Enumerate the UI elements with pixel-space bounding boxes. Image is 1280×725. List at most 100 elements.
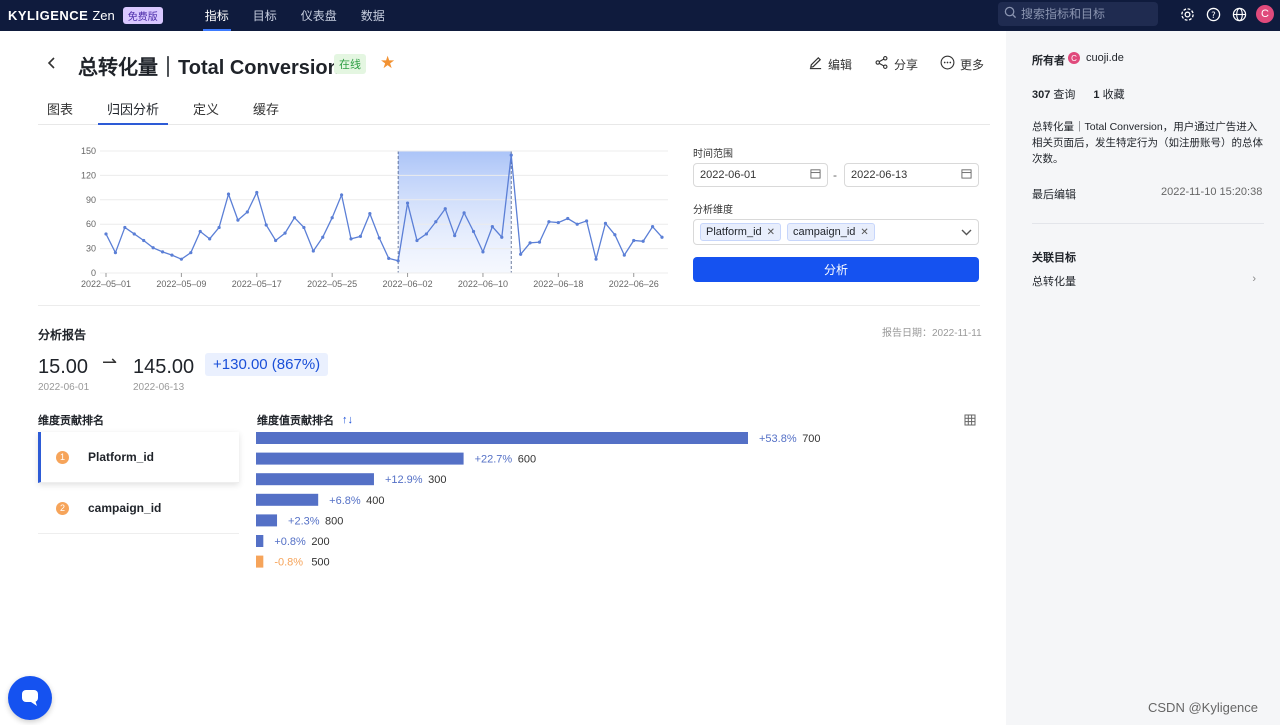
selected-range-highlight bbox=[398, 151, 512, 273]
chevron-down-icon[interactable] bbox=[961, 225, 972, 239]
bar-percent-label: +6.8% bbox=[329, 495, 361, 507]
share-icon bbox=[874, 55, 889, 73]
settings-gear-icon[interactable] bbox=[1178, 5, 1196, 23]
tab-definition[interactable]: 定义 bbox=[184, 99, 228, 125]
related-goal-item[interactable]: 总转化量 › bbox=[1032, 273, 1256, 289]
data-point bbox=[123, 225, 127, 230]
global-search[interactable] bbox=[998, 2, 1158, 26]
last-edit-time: 2022-11-10 15:20:38 bbox=[1161, 186, 1263, 198]
owner-label: 所有者 bbox=[1032, 55, 1065, 67]
start-date-input[interactable]: 2022-06-01 bbox=[693, 163, 828, 187]
favorites-stat: 1 收藏 bbox=[1093, 86, 1124, 102]
dim-rank-title: 维度贡献排名 bbox=[38, 415, 104, 427]
dimension-rank-item[interactable]: 1 Platform_id bbox=[38, 432, 239, 483]
contribution-bar[interactable] bbox=[256, 493, 319, 506]
data-point bbox=[311, 249, 315, 253]
analyze-button[interactable]: 分析 bbox=[693, 257, 979, 282]
app-logo[interactable]: KYLIGENCE Zen 免费版 bbox=[8, 7, 163, 24]
data-point bbox=[321, 235, 325, 239]
trend-chart[interactable]: 0 30 60 90 120 150 2022–05–01 2022–05–09 2022–05… bbox=[38, 141, 678, 297]
bar-value-label: 500 bbox=[311, 557, 329, 569]
bar-percent-label: +2.3% bbox=[288, 515, 320, 527]
data-point bbox=[387, 256, 391, 260]
nav-data[interactable]: 数据 bbox=[349, 0, 397, 31]
nav-dashboard[interactable]: 仪表盘 bbox=[289, 0, 349, 31]
report-date: 报告日期：2022-11-11 bbox=[882, 328, 982, 339]
bar-percent-label: +53.8% bbox=[759, 433, 797, 445]
queries-stat: 307 查询 bbox=[1032, 86, 1075, 102]
nav-goals[interactable]: 目标 bbox=[241, 0, 289, 31]
tab-bar: 图表 归因分析 定义 缓存 bbox=[38, 99, 990, 125]
tag-close-icon[interactable]: ✕ bbox=[860, 227, 868, 238]
data-point bbox=[104, 232, 108, 236]
tab-attribution[interactable]: 归因分析 bbox=[98, 99, 169, 125]
from-value: 15.00 bbox=[38, 356, 89, 378]
bar-value-label: 600 bbox=[518, 454, 536, 466]
chat-support-button[interactable] bbox=[8, 676, 52, 720]
contribution-bar[interactable] bbox=[256, 555, 264, 568]
tag-close-icon[interactable]: ✕ bbox=[767, 227, 775, 238]
data-point bbox=[255, 190, 259, 195]
time-range-label: 时间范围 bbox=[693, 149, 733, 160]
data-point bbox=[641, 239, 645, 243]
search-input[interactable] bbox=[1021, 7, 1151, 21]
to-date: 2022-06-13 bbox=[133, 382, 185, 393]
data-point bbox=[650, 225, 655, 229]
y-tick-label: 120 bbox=[81, 170, 96, 180]
contribution-bar[interactable] bbox=[256, 535, 264, 547]
x-tick-label: 2022–05–17 bbox=[232, 279, 282, 289]
bar-value-label: 800 bbox=[325, 515, 343, 527]
val-rank-title-wrap: 维度值贡献排名 ↑↓ bbox=[257, 412, 353, 428]
data-point bbox=[368, 212, 372, 216]
edit-button[interactable]: 编辑 bbox=[808, 55, 852, 73]
dimension-rank-item[interactable]: 2 campaign_id bbox=[38, 483, 239, 534]
table-view-icon[interactable] bbox=[964, 414, 976, 429]
status-badge: 在线 bbox=[334, 54, 366, 74]
language-globe-icon[interactable] bbox=[1230, 5, 1248, 23]
contribution-bar[interactable] bbox=[256, 432, 748, 444]
data-point bbox=[132, 232, 136, 236]
favorite-star-icon[interactable]: ★ bbox=[380, 53, 395, 73]
page-title: 总转化量｜Total Conversion bbox=[78, 57, 340, 79]
dimension-name: Platform_id bbox=[88, 450, 155, 464]
more-button[interactable]: 更多 bbox=[940, 55, 984, 73]
data-point bbox=[358, 234, 363, 238]
data-point bbox=[603, 221, 608, 225]
share-button[interactable]: 分享 bbox=[874, 55, 918, 73]
data-point bbox=[660, 235, 664, 239]
related-goal-name: 总转化量 bbox=[1032, 276, 1076, 288]
edit-label: 编辑 bbox=[828, 57, 853, 72]
user-avatar[interactable]: C bbox=[1256, 5, 1274, 23]
back-arrow-icon[interactable] bbox=[44, 55, 60, 71]
dimension-rank-list: 1 Platform_id 2 campaign_id bbox=[38, 432, 239, 534]
queries-count: 307 bbox=[1032, 89, 1051, 101]
sort-icon[interactable]: ↑↓ bbox=[342, 414, 353, 426]
contribution-bar[interactable] bbox=[256, 514, 278, 527]
contribution-bar[interactable] bbox=[256, 452, 464, 465]
data-point bbox=[415, 238, 419, 243]
data-point bbox=[264, 223, 268, 227]
y-tick-label: 60 bbox=[86, 219, 96, 229]
data-point bbox=[113, 251, 118, 255]
data-point bbox=[490, 225, 494, 229]
trend-chart-svg[interactable]: 0 30 60 90 120 150 2022–05–01 2022–05–09 2022–05… bbox=[38, 141, 678, 297]
end-date-input[interactable]: 2022-06-13 bbox=[844, 163, 979, 187]
top-nav-bar: KYLIGENCE Zen 免费版 指标 目标 仪表盘 数据 ? C bbox=[0, 0, 1280, 31]
date-separator: - bbox=[833, 168, 837, 182]
data-point bbox=[217, 225, 221, 230]
data-point bbox=[509, 153, 513, 157]
bar-percent-label: -0.8% bbox=[274, 557, 303, 569]
value-contribution-bars: +53.8% 700 +22.7% 600 +12.9% 300 +6.8% 400 +2.3%… bbox=[256, 432, 956, 582]
data-point bbox=[547, 220, 551, 224]
logo-text: KYLIGENCE bbox=[8, 8, 89, 23]
data-point bbox=[283, 231, 287, 235]
nav-metrics[interactable]: 指标 bbox=[193, 0, 241, 31]
tab-cache[interactable]: 缓存 bbox=[244, 99, 288, 125]
help-icon[interactable]: ? bbox=[1204, 5, 1222, 23]
tab-chart[interactable]: 图表 bbox=[38, 99, 82, 125]
data-point bbox=[349, 237, 353, 241]
data-point bbox=[160, 250, 165, 254]
dimension-select[interactable]: Platform_id ✕ campaign_id ✕ bbox=[693, 219, 979, 245]
tag-label: Platform_id bbox=[706, 226, 762, 238]
contribution-bar[interactable] bbox=[256, 473, 374, 486]
